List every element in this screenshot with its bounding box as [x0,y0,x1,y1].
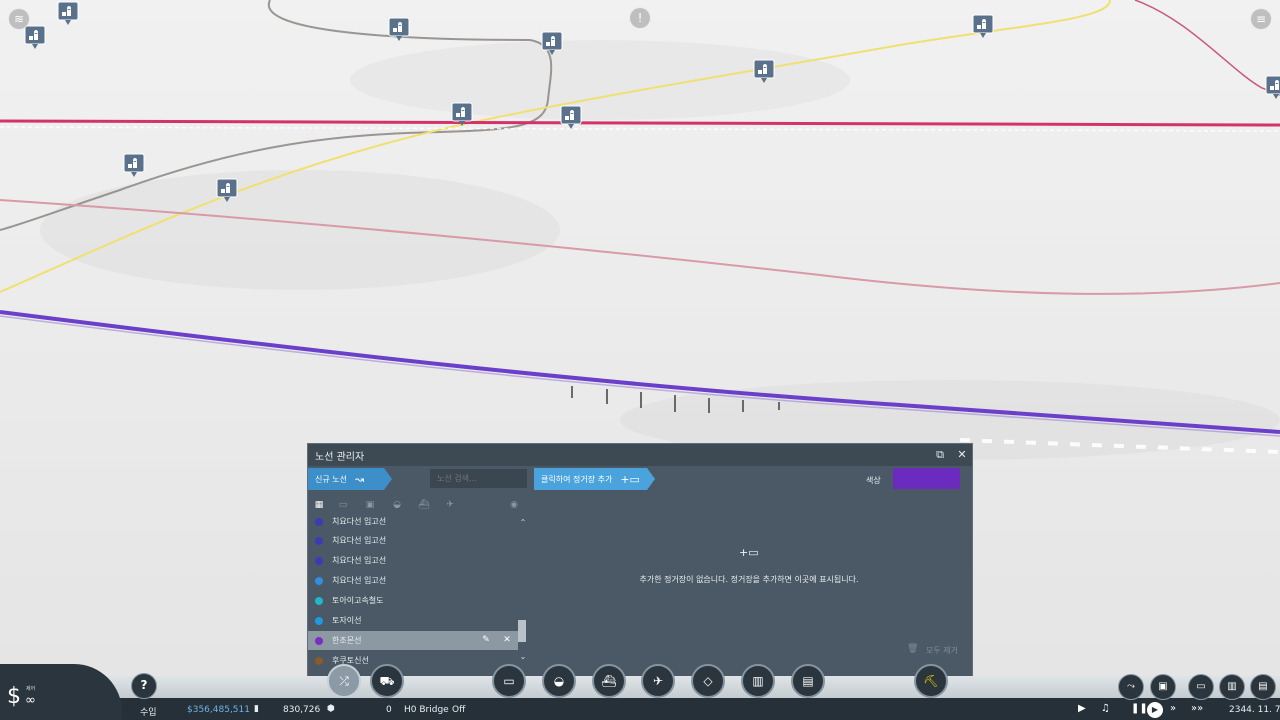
industries-overview-button[interactable]: ▤ [1250,674,1276,700]
line-list-scrollbar[interactable]: ⌃ ⌄ [518,518,526,661]
visibility-eye-icon[interactable]: ◉ [506,497,522,513]
empty-stops-message: 추가한 정거장이 없습니다. 정거장을 추가하면 이곳에 표시됩니다. [639,575,859,584]
money-value: ∞ [25,693,36,708]
color-label: 색상 [866,476,881,485]
menu-icon[interactable]: ≡ [1250,8,1272,30]
line-color-swatch[interactable] [893,468,960,489]
delete-x-icon[interactable]: ✕ [501,634,513,646]
panel-header: 노선 관리자 ⧉ ✕ [308,444,972,466]
toolbar-upper-strip [0,676,1280,698]
line-color-dot [315,596,323,605]
panel-title: 노선 관리자 [315,452,365,463]
bridge-state[interactable]: Off [452,705,465,715]
pollution-icon: ⬢ [327,704,335,714]
list-item-selected[interactable]: 한조몬선 ✎ ✕ [308,631,518,650]
vehicle-tool-button[interactable]: ⛟ [370,664,404,698]
list-item[interactable]: 치요다선 입고선 [308,551,518,570]
popout-icon[interactable]: ⧉ [932,447,948,463]
all-filter-icon[interactable]: ▦ [311,497,327,513]
bus-tool-button[interactable]: ▭ [492,664,526,698]
new-line-button[interactable]: 신규 노선 ↝ [308,468,392,490]
help-button[interactable]: ? [131,673,157,699]
line-color-dot [315,576,323,585]
line-name: 토아이고속철도 [332,596,384,605]
add-stop-icon: +▭ [739,546,759,559]
list-item[interactable]: 토자이선 [308,611,518,630]
line-color-dot [315,656,323,665]
money-label: 제어 [26,686,36,692]
list-item[interactable]: 토아이고속철도 [308,591,518,610]
line-search-input[interactable] [430,469,527,488]
income-value: $356,485,511 [187,705,250,715]
stations-overview-button[interactable]: ▭ [1188,674,1214,700]
bus-filter-icon[interactable]: ▭ [335,497,351,513]
line-name: 토자이선 [332,616,362,625]
line-name: 한조몬선 [332,636,362,645]
close-icon[interactable]: ✕ [954,447,970,463]
scroll-up-icon[interactable]: ⌃ [518,518,528,528]
train-filter-icon[interactable]: ◒ [389,497,405,513]
line-name: 치요다선 입고선 [332,517,387,526]
line-color-dot [315,517,323,526]
ship-tool-button[interactable]: ⛴ [592,664,626,698]
population-value: 830,726 [283,705,321,715]
game-date: 2344. 11. 7. [1229,705,1280,715]
music-icon[interactable]: ♫ [1101,703,1110,714]
play-icon[interactable]: ▶ [1147,702,1163,718]
terrain-tool-button[interactable]: ◇ [691,664,725,698]
ship-filter-icon[interactable]: ⛴ [416,497,432,513]
tram-filter-icon[interactable]: ▣ [362,497,378,513]
camera-icon[interactable]: ▶ [1078,703,1086,714]
vehicles-overview-button[interactable]: ▣ [1150,674,1176,700]
population-icon: ▮ [254,704,259,714]
fastest-forward-icon[interactable]: »» [1191,703,1203,714]
bridge-label: H0 Bridge [404,705,449,715]
alert-icon[interactable]: ! [629,7,651,29]
line-color-dot [315,536,323,545]
add-stop-button[interactable]: 클릭하여 정거장 추가 +▭ [534,468,655,490]
industry-tool-button[interactable]: ▤ [791,664,825,698]
lines-overview-button[interactable]: ⤳ [1118,674,1144,700]
plane-tool-button[interactable]: ✈ [641,664,675,698]
list-item[interactable]: 치요다선 입고선 [308,512,518,531]
trash-icon: 🗑 [907,644,919,654]
line-name: 치요다선 입고선 [332,536,387,545]
income-label: 수입 [140,708,157,718]
transport-filter-row: ▦ ▭ ▣ ◒ ⛴ ✈ ◉ [308,497,528,513]
clear-all-button[interactable]: 모두 제거 [926,645,958,656]
plane-filter-icon[interactable]: ✈ [442,497,458,513]
train-tool-button[interactable]: ◒ [542,664,576,698]
pollution-value: 0 [386,705,392,715]
dollar-icon: $ [7,684,21,709]
new-line-label: 신규 노선 [315,474,347,484]
line-list: 치요다선 입고선 치요다선 입고선 치요다선 입고선 치요다선 입고선 토아이고… [308,512,528,676]
scroll-down-icon[interactable]: ⌄ [518,652,528,662]
line-color-dot [315,616,323,625]
scroll-thumb[interactable] [518,620,526,642]
line-name: 치요다선 입고선 [332,556,387,565]
line-manager-panel: 노선 관리자 ⧉ ✕ 신규 노선 ↝ 클릭하여 정거장 추가 +▭ 색상 ▦ ▭… [307,443,973,677]
route-tool-button[interactable]: ⤮ [327,664,361,698]
towns-overview-button[interactable]: ▥ [1219,674,1245,700]
list-item[interactable]: 치요다선 입고선 [308,531,518,550]
line-color-dot [315,556,323,565]
list-item[interactable]: 치요다선 입고선 [308,571,518,590]
edit-pencil-icon[interactable]: ✎ [480,634,492,646]
city-tool-button[interactable]: ▥ [741,664,775,698]
stops-area: +▭ 추가한 정거장이 없습니다. 정거장을 추가하면 이곳에 표시됩니다. [534,534,964,634]
pause-icon[interactable]: ❚❚ [1131,703,1148,714]
fast-forward-icon[interactable]: » [1170,703,1176,714]
bulldozer-tool-button[interactable]: ⛏ [914,664,948,698]
line-name: 치요다선 입고선 [332,576,387,585]
line-color-dot [315,636,323,645]
layers-icon[interactable]: ≋ [8,8,30,30]
add-stop-icon: +▭ [620,472,640,486]
add-stop-label: 클릭하여 정거장 추가 [541,474,613,484]
route-icon: ↝ [354,472,365,486]
